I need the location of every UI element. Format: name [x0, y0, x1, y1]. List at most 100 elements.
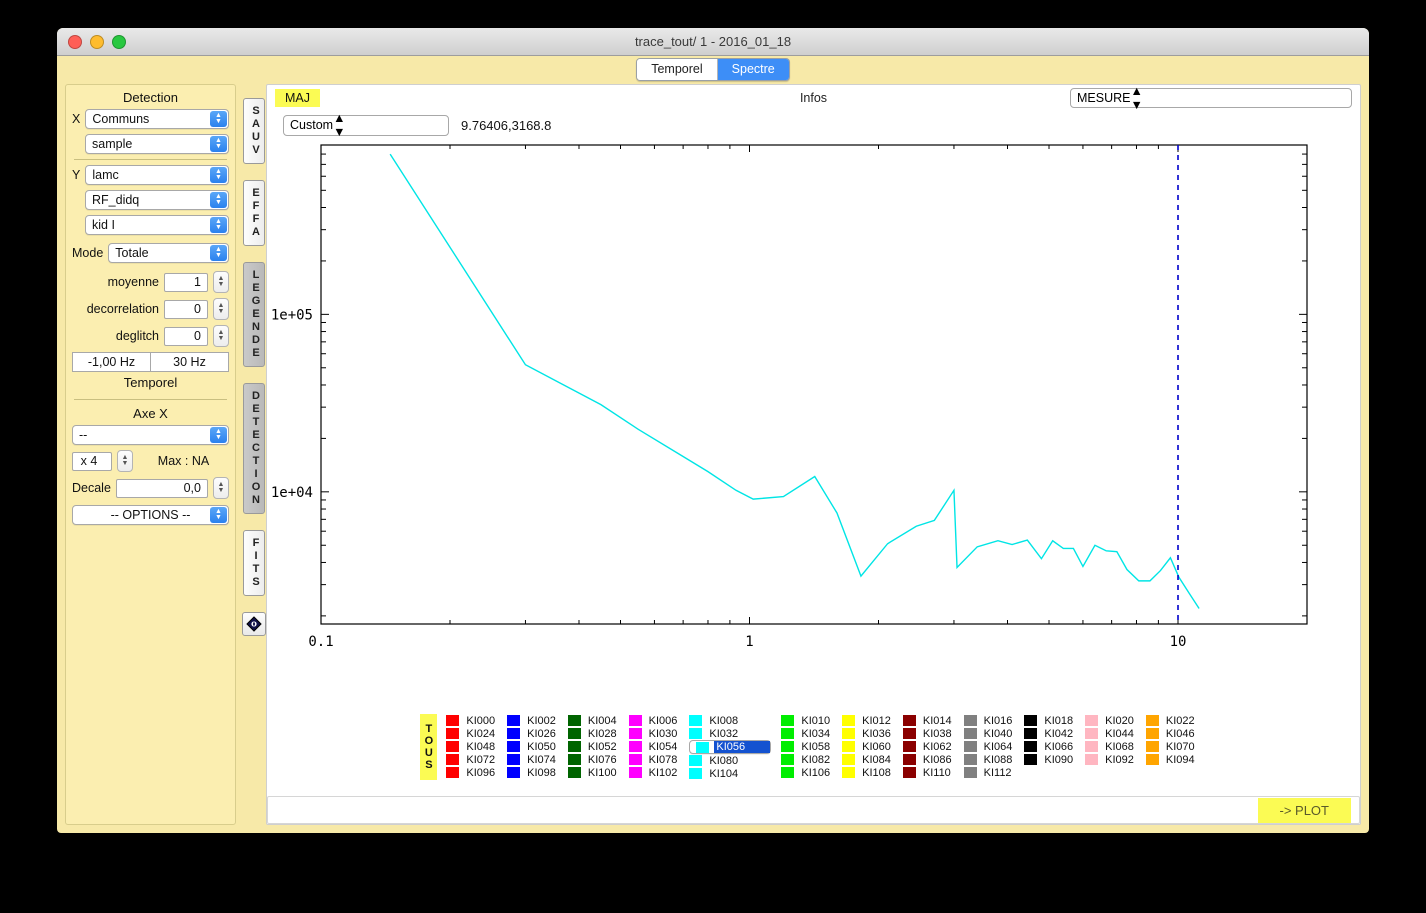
legend-item[interactable]: KI096 — [446, 766, 497, 779]
mesure-select[interactable]: MESURE ▲ ▼ — [1070, 85, 1352, 112]
side-tab-fits[interactable]: FITS — [243, 530, 265, 596]
legend-item[interactable]: KI066 — [1024, 740, 1075, 753]
legend-item[interactable]: KI022 — [1145, 714, 1197, 727]
legend-color-swatch[interactable] — [696, 741, 710, 753]
legend-color-swatch[interactable] — [567, 728, 581, 739]
legend-item[interactable]: KI050 — [507, 740, 558, 753]
legend-item[interactable]: KI086 — [902, 753, 954, 766]
legend-item[interactable]: KI108 — [842, 766, 893, 779]
legend-color-swatch[interactable] — [689, 728, 703, 739]
legend-item[interactable]: KI046 — [1145, 727, 1197, 740]
legend-item[interactable]: KI044 — [1085, 727, 1136, 740]
chevron-updown-icon[interactable]: ▲ ▼ — [333, 111, 345, 139]
y-sub2-select[interactable]: kid I ▲ ▼ — [85, 215, 229, 235]
legend-item[interactable]: KI054 — [628, 740, 680, 753]
legend-item[interactable]: KI036 — [842, 727, 893, 740]
legend-item[interactable]: KI020 — [1085, 714, 1136, 727]
legend-color-swatch[interactable] — [1145, 715, 1159, 726]
legend-color-swatch[interactable] — [1024, 754, 1038, 765]
legend-item[interactable]: KI038 — [902, 727, 954, 740]
freq-max-input[interactable]: 30 Hz — [151, 352, 229, 372]
legend-color-swatch[interactable] — [507, 715, 521, 726]
legend-item[interactable]: KI012 — [842, 714, 893, 727]
legend-item[interactable]: KI008 — [689, 714, 771, 727]
deglitch-stepper[interactable]: ▲ ▼ — [213, 325, 229, 347]
legend-color-swatch[interactable] — [446, 715, 460, 726]
custom-range-select[interactable]: Custom ▲ ▼ — [283, 111, 449, 139]
legend-item[interactable]: KI058 — [781, 740, 832, 753]
deglitch-input[interactable]: 0 — [164, 326, 208, 346]
legend-color-swatch[interactable] — [689, 755, 703, 766]
x-sub-select[interactable]: sample ▲ ▼ — [85, 134, 229, 154]
legend-color-swatch[interactable] — [567, 754, 581, 765]
legend-color-swatch[interactable] — [628, 728, 642, 739]
legend-color-swatch[interactable] — [1024, 728, 1038, 739]
decale-stepper[interactable]: ▲ ▼ — [213, 477, 229, 499]
legend-color-swatch[interactable] — [628, 715, 642, 726]
legend-item[interactable]: KI056 — [689, 740, 772, 754]
legend-item[interactable]: KI098 — [507, 766, 558, 779]
legend-item[interactable]: KI060 — [842, 740, 893, 753]
legend-item[interactable]: KI084 — [842, 753, 893, 766]
multiplier-input[interactable]: x 4 — [72, 451, 112, 471]
chevron-updown-icon[interactable]: ▲ ▼ — [1130, 85, 1142, 112]
freq-min-input[interactable]: -1,00 Hz — [72, 352, 151, 372]
legend-item[interactable]: KI004 — [567, 714, 619, 727]
legend-color-swatch[interactable] — [963, 728, 977, 739]
chevron-updown-icon[interactable]: ▲ ▼ — [210, 111, 227, 127]
legend-color-swatch[interactable] — [1145, 754, 1159, 765]
zoom-button[interactable] — [112, 34, 126, 49]
legend-item[interactable]: KI076 — [567, 753, 619, 766]
minimize-button[interactable] — [90, 34, 104, 49]
legend-item[interactable]: KI028 — [567, 727, 619, 740]
side-tab-legende[interactable]: LEGENDE — [243, 262, 265, 367]
legend-item[interactable]: KI002 — [507, 714, 558, 727]
legend-item[interactable]: KI110 — [902, 766, 954, 779]
legend-color-swatch[interactable] — [446, 741, 460, 752]
tab-temporel[interactable]: Temporel — [637, 59, 718, 80]
legend-color-swatch[interactable] — [1024, 741, 1038, 752]
chevron-updown-icon[interactable]: ▲ ▼ — [210, 217, 227, 233]
legend-color-swatch[interactable] — [842, 715, 856, 726]
legend-item[interactable]: KI070 — [1145, 740, 1197, 753]
legend-item[interactable]: KI024 — [446, 727, 497, 740]
moyenne-stepper[interactable]: ▲ ▼ — [213, 271, 229, 293]
plot-button[interactable]: -> PLOT — [1257, 797, 1351, 823]
legend-color-swatch[interactable] — [628, 741, 642, 752]
decale-input[interactable]: 0,0 — [115, 478, 208, 498]
legend-color-swatch[interactable] — [446, 767, 460, 778]
legend-color-swatch[interactable] — [446, 754, 460, 765]
legend-item[interactable]: KI092 — [1085, 753, 1136, 766]
chevron-updown-icon[interactable]: ▲ ▼ — [210, 167, 227, 183]
legend-color-swatch[interactable] — [689, 768, 703, 779]
decorrelation-input[interactable]: 0 — [164, 299, 208, 319]
legend-item[interactable]: KI088 — [963, 753, 1015, 766]
legend-color-swatch[interactable] — [446, 728, 460, 739]
legend-color-swatch[interactable] — [1024, 715, 1038, 726]
options-select[interactable]: -- OPTIONS -- ▲ ▼ — [72, 505, 229, 525]
legend-color-swatch[interactable] — [1085, 728, 1099, 739]
legend-color-swatch[interactable] — [628, 754, 642, 765]
decorrelation-stepper[interactable]: ▲ ▼ — [213, 298, 229, 320]
legend-item[interactable]: KI052 — [567, 740, 619, 753]
chevron-updown-icon[interactable]: ▲ ▼ — [210, 136, 227, 152]
legend-color-swatch[interactable] — [902, 728, 916, 739]
legend-color-swatch[interactable] — [567, 741, 581, 752]
chevron-updown-icon[interactable]: ▲ ▼ — [210, 192, 227, 208]
legend-color-swatch[interactable] — [781, 767, 795, 778]
chevron-updown-icon[interactable]: ▲ ▼ — [210, 245, 227, 261]
mode-select[interactable]: Totale ▲ ▼ — [108, 243, 229, 263]
legend-color-swatch[interactable] — [781, 754, 795, 765]
legend-item[interactable]: KI094 — [1145, 753, 1197, 766]
close-button[interactable] — [68, 34, 82, 49]
tab-spectre[interactable]: Spectre — [717, 59, 789, 80]
legend-item[interactable]: KI112 — [963, 766, 1015, 779]
legend-color-swatch[interactable] — [842, 741, 856, 752]
legend-color-swatch[interactable] — [963, 715, 977, 726]
legend-item[interactable]: KI010 — [781, 714, 832, 727]
legend-item[interactable]: KI000 — [446, 714, 497, 727]
side-tab-detection[interactable]: DETECTION — [243, 383, 265, 514]
legend-color-swatch[interactable] — [963, 767, 977, 778]
moyenne-input[interactable]: 1 — [164, 272, 208, 292]
legend-color-swatch[interactable] — [507, 741, 521, 752]
